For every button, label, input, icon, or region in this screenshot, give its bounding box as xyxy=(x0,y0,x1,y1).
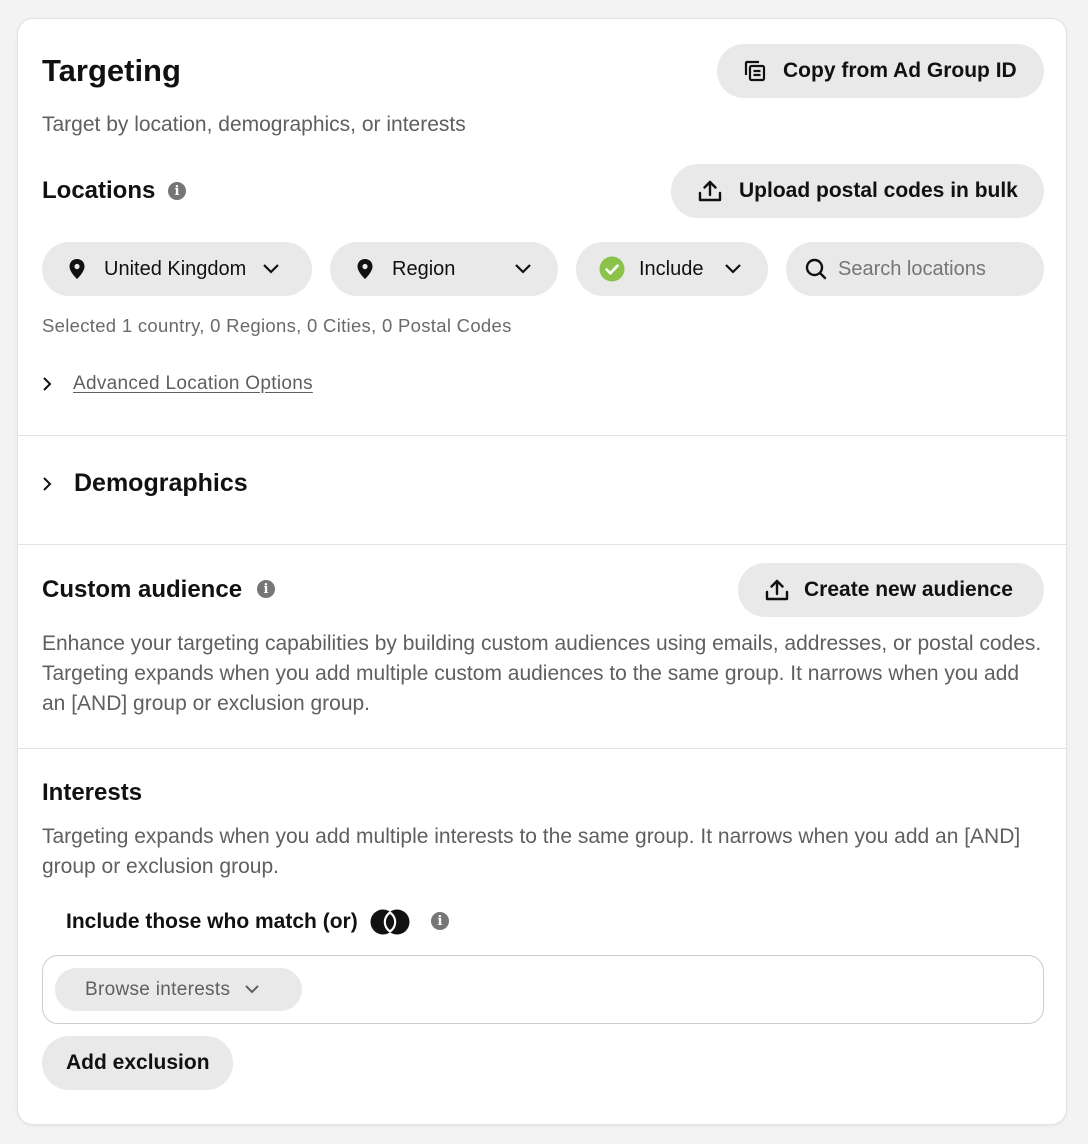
region-dropdown-label: Region xyxy=(392,257,456,280)
create-audience-button-label: Create new audience xyxy=(804,578,1013,601)
custom-audience-title: Custom audience xyxy=(42,576,243,603)
add-exclusion-label: Add exclusion xyxy=(66,1051,210,1074)
page-title: Targeting xyxy=(42,53,181,88)
or-group-icon[interactable] xyxy=(370,909,410,935)
match-group-header: Include those who match (or) xyxy=(66,909,410,935)
location-pin-icon xyxy=(356,258,374,280)
create-new-audience-button[interactable]: Create new audience xyxy=(738,563,1044,617)
chevron-right-icon xyxy=(42,476,53,492)
advanced-location-options-link[interactable]: Advanced Location Options xyxy=(73,373,313,395)
info-icon[interactable]: i xyxy=(168,182,186,200)
include-dropdown-label: Include xyxy=(639,257,704,280)
search-locations-field[interactable] xyxy=(838,257,1028,281)
check-circle-icon xyxy=(599,256,625,282)
page-subtitle: Target by location, demographics, or int… xyxy=(42,113,466,136)
upload-postal-codes-button[interactable]: Upload postal codes in bulk xyxy=(671,164,1044,218)
chevron-right-icon xyxy=(42,376,53,392)
browse-interests-label: Browse interests xyxy=(85,978,231,1000)
upload-icon xyxy=(764,577,790,603)
location-summary: Selected 1 country, 0 Regions, 0 Cities,… xyxy=(42,315,512,336)
copy-from-ad-group-button[interactable]: Copy from Ad Group ID xyxy=(717,44,1044,98)
info-icon[interactable]: i xyxy=(257,580,275,598)
divider xyxy=(18,435,1066,436)
custom-audience-description: Enhance your targeting capabilities by b… xyxy=(42,632,1042,715)
country-dropdown-label: United Kingdom xyxy=(104,257,247,280)
copy-button-label: Copy from Ad Group ID xyxy=(783,59,1017,82)
location-pin-icon xyxy=(68,258,86,280)
demographics-toggle[interactable]: Demographics xyxy=(42,469,248,498)
match-label: Include those who match (or) xyxy=(66,910,358,933)
copy-icon xyxy=(743,59,767,83)
interests-title: Interests xyxy=(42,779,143,806)
divider xyxy=(18,748,1066,749)
browse-interests-dropdown[interactable]: Browse interests xyxy=(55,968,302,1011)
chevron-down-icon xyxy=(262,263,280,275)
chevron-down-icon xyxy=(514,263,532,275)
divider xyxy=(18,544,1066,545)
locations-title: Locations xyxy=(42,177,156,204)
add-exclusion-button[interactable]: Add exclusion xyxy=(42,1036,233,1090)
interests-description: Targeting expands when you add multiple … xyxy=(42,825,1021,878)
search-icon xyxy=(805,258,827,280)
upload-button-label: Upload postal codes in bulk xyxy=(739,179,1018,202)
demographics-title: Demographics xyxy=(74,469,248,497)
targeting-card: Targeting Copy from Ad Group ID Target b… xyxy=(17,18,1067,1125)
info-icon[interactable]: i xyxy=(431,912,449,930)
country-dropdown[interactable]: United Kingdom xyxy=(42,242,312,296)
chevron-down-icon xyxy=(724,263,742,275)
chevron-down-icon xyxy=(244,984,260,995)
advanced-location-options[interactable]: Advanced Location Options xyxy=(42,373,313,395)
region-dropdown[interactable]: Region xyxy=(330,242,558,296)
search-locations-input[interactable] xyxy=(786,242,1044,296)
include-dropdown[interactable]: Include xyxy=(576,242,768,296)
upload-icon xyxy=(697,178,723,204)
